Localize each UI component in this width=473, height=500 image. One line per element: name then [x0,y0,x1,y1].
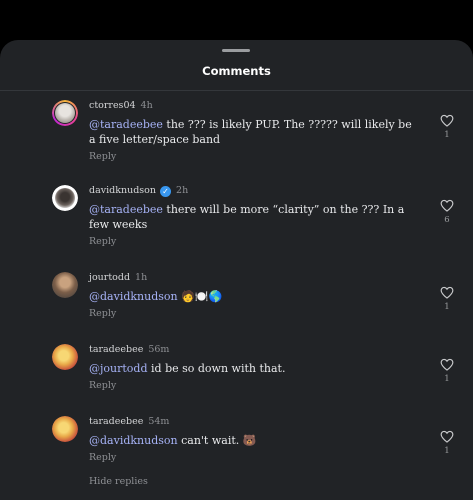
avatar[interactable] [52,344,78,370]
mention-link[interactable]: @taradeebee [89,118,163,131]
reply-button[interactable]: Reply [89,236,116,247]
comments-sheet: Comments ctorres04 4h @taradeebee the ???… [0,40,473,500]
heart-outline-icon [440,286,454,299]
username[interactable]: davidknudson [89,185,156,196]
like-button[interactable]: 1 [438,286,456,312]
username[interactable]: taradeebee [89,416,143,427]
mention-link[interactable]: @taradeebee [89,203,163,216]
timestamp: 1h [135,272,148,283]
comment-text: @jourtodd id be so down with that. [89,361,419,376]
hide-replies-button[interactable]: Hide replies [89,476,148,487]
timestamp: 2h [176,185,189,196]
comment-body: 🧑🍽️🌎 [177,290,223,303]
comment-text: @davidknudson 🧑🍽️🌎 [89,289,419,304]
comment-body: can't wait. 🐻 [177,434,257,447]
avatar[interactable] [52,416,78,442]
like-count: 1 [444,130,450,140]
reply-button[interactable]: Reply [89,151,116,162]
comment-text: @taradeebee there will be more “clarity”… [89,202,419,232]
heart-outline-icon [440,358,454,371]
reply-button[interactable]: Reply [89,380,116,391]
header-divider [0,90,473,91]
like-button[interactable]: 1 [438,114,456,140]
comment-meta: taradeebee 54m [89,416,169,427]
heart-outline-icon [440,199,454,212]
avatar[interactable] [52,100,78,126]
comment-text: @davidknudson can't wait. 🐻 [89,433,419,448]
mention-link[interactable]: @davidknudson [89,434,178,447]
like-button[interactable]: 1 [438,430,456,456]
comment-text: @taradeebee the ??? is likely PUP. The ?… [89,117,419,147]
username[interactable]: jourtodd [89,272,130,283]
mention-link[interactable]: @jourtodd [89,362,148,375]
heart-outline-icon [440,430,454,443]
like-button[interactable]: 6 [438,199,456,225]
username[interactable]: taradeebee [89,344,143,355]
comment-meta: taradeebee 56m [89,344,169,355]
mention-link[interactable]: @davidknudson [89,290,178,303]
like-count: 1 [444,302,450,312]
page-title: Comments [202,64,271,78]
drag-handle[interactable] [222,49,250,52]
like-count: 6 [444,215,450,225]
reply-button[interactable]: Reply [89,308,116,319]
like-count: 1 [444,446,450,456]
verified-badge-icon: ✓ [160,186,172,197]
reply-button[interactable]: Reply [89,452,116,463]
timestamp: 56m [148,344,170,355]
username[interactable]: ctorres04 [89,100,136,111]
comment-body: id be so down with that. [147,362,286,375]
comment-meta: davidknudson ✓ 2h [89,185,188,197]
avatar[interactable] [52,185,78,211]
timestamp: 4h [140,100,153,111]
avatar[interactable] [52,272,78,298]
comment-meta: ctorres04 4h [89,100,153,111]
timestamp: 54m [148,416,170,427]
comment-meta: jourtodd 1h [89,272,147,283]
like-button[interactable]: 1 [438,358,456,384]
like-count: 1 [444,374,450,384]
heart-outline-icon [440,114,454,127]
